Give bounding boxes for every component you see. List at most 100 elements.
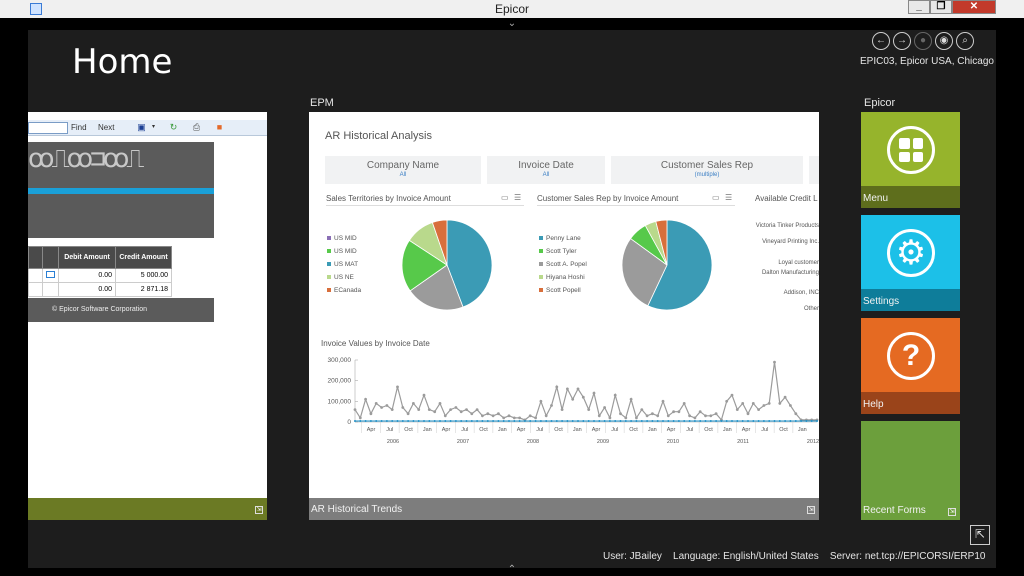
- data-point: [385, 404, 389, 407]
- trends-label: AR Historical Trends: [311, 504, 403, 515]
- data-point: [715, 420, 718, 422]
- data-point: [773, 360, 776, 364]
- status-language: Language: English/United States: [673, 551, 819, 562]
- x-tick-label: Jan: [798, 427, 807, 433]
- data-point: [767, 402, 771, 405]
- data-point: [672, 410, 675, 414]
- data-point: [624, 416, 628, 420]
- expand-icon[interactable]: ⇲: [807, 506, 815, 514]
- export-icon[interactable]: ■: [214, 122, 225, 133]
- data-point: [667, 420, 670, 422]
- report-header-band: ꝏ⎍ꝏ⊐ꝏ⎍: [28, 142, 214, 188]
- window-icon[interactable]: ▭: [712, 193, 720, 202]
- menu-icon[interactable]: ☰: [514, 193, 521, 202]
- table-cell: [28, 282, 43, 297]
- territories-pie-chart[interactable]: [397, 215, 497, 315]
- dropdown-arrow-icon[interactable]: ▾: [148, 122, 159, 133]
- filter-value[interactable]: All: [325, 172, 481, 178]
- salesrep-pie-chart[interactable]: [617, 215, 717, 315]
- data-point: [423, 420, 425, 422]
- settings-tile[interactable]: ⚙ Settings: [861, 215, 960, 311]
- minimize-button[interactable]: _: [908, 0, 930, 14]
- invoice-values-line-chart[interactable]: 300,000 200,000 100,000 0 Apr Jul Oct Jan Apr Jul…: [309, 350, 820, 448]
- help-tile[interactable]: ? Help: [861, 318, 960, 414]
- menu-tile[interactable]: Menu: [861, 112, 960, 208]
- data-point: [550, 404, 553, 407]
- data-point: [364, 397, 367, 401]
- data-point: [417, 420, 420, 422]
- data-point: [492, 420, 495, 422]
- window-icon[interactable]: ▭: [501, 193, 509, 202]
- data-point: [396, 385, 399, 389]
- chevron-up-icon[interactable]: ⌃: [505, 564, 519, 576]
- data-point: [550, 420, 553, 422]
- filter-sales-rep[interactable]: Customer Sales Rep (multiple): [611, 156, 803, 184]
- filter-company[interactable]: Company Name All: [325, 156, 481, 184]
- data-point: [651, 412, 654, 416]
- data-point: [354, 420, 356, 422]
- data-point: [444, 420, 447, 422]
- print-icon[interactable]: ⎙: [191, 122, 202, 133]
- search-icon[interactable]: ⌕: [956, 32, 974, 50]
- refresh-icon[interactable]: ↻: [168, 122, 179, 133]
- data-point: [566, 387, 569, 391]
- table-cell[interactable]: [42, 268, 59, 283]
- filter-value[interactable]: (multiple): [611, 172, 803, 178]
- status-server: Server: net.tcp://EPICORSI/ERP10: [829, 551, 986, 562]
- recent-forms-tile[interactable]: Recent Forms ⇲: [861, 421, 960, 520]
- help-tile-label: Help: [863, 399, 884, 410]
- chevron-down-icon[interactable]: ⌄: [505, 18, 519, 30]
- data-point: [513, 420, 516, 422]
- data-point: [651, 420, 654, 422]
- data-point: [640, 420, 643, 422]
- next-link[interactable]: Next: [98, 123, 114, 132]
- data-point: [688, 414, 691, 418]
- data-point: [422, 393, 426, 397]
- x-tick-label: Jan: [498, 427, 507, 433]
- data-point: [683, 420, 686, 422]
- find-input[interactable]: [28, 122, 68, 134]
- data-point: [666, 414, 670, 418]
- territories-chart-title: Sales Territories by Invoice Amount: [326, 194, 451, 203]
- data-point: [539, 399, 543, 403]
- filter-invoice-date[interactable]: Invoice Date All: [487, 156, 605, 184]
- record-icon[interactable]: ◉: [935, 32, 953, 50]
- restore-button[interactable]: ❐: [930, 0, 952, 14]
- close-button[interactable]: ✕: [952, 0, 996, 14]
- data-point: [805, 420, 808, 422]
- filter-more[interactable]: [809, 156, 819, 184]
- trends-bar[interactable]: AR Historical Trends ⇲: [309, 498, 819, 520]
- data-point: [502, 416, 506, 420]
- data-point: [380, 406, 383, 409]
- expand-icon[interactable]: ⇲: [948, 508, 956, 516]
- forward-icon[interactable]: →: [893, 32, 911, 50]
- data-point: [534, 420, 537, 422]
- save-icon[interactable]: ▣: [136, 122, 147, 133]
- report-preview-panel[interactable]: Find Next ▣ ▾ ↻ ⎙ ■ ꝏ⎍ꝏ⊐ꝏ⎍ Debit Amount …: [28, 112, 267, 520]
- data-point: [587, 408, 591, 411]
- data-point: [560, 408, 564, 411]
- credit-list-item: Dalton Manufacturing: [761, 270, 819, 276]
- recent-tile-label: Recent Forms: [863, 505, 926, 516]
- resize-icon[interactable]: ⇱: [970, 525, 990, 545]
- x-tick-label: Jul: [686, 427, 693, 433]
- data-point: [449, 420, 452, 422]
- back-icon[interactable]: ←: [872, 32, 890, 50]
- filter-value[interactable]: All: [487, 172, 605, 178]
- data-point: [629, 397, 633, 401]
- data-point: [624, 420, 627, 422]
- epm-dashboard-panel[interactable]: AR Historical Analysis Company Name All …: [309, 112, 819, 520]
- data-point: [693, 420, 696, 422]
- find-link[interactable]: Find: [71, 123, 87, 132]
- data-point: [465, 408, 468, 411]
- data-point: [603, 406, 606, 409]
- data-point: [598, 420, 601, 422]
- data-point: [735, 408, 739, 411]
- menu-icon[interactable]: ☰: [725, 193, 732, 202]
- x-tick-label: Jul: [611, 427, 618, 433]
- expand-icon[interactable]: ⇲: [255, 506, 263, 514]
- legend-item: Scott Popell: [539, 287, 581, 294]
- data-point: [693, 416, 697, 420]
- user-icon[interactable]: ●: [914, 32, 932, 50]
- data-point: [528, 414, 532, 418]
